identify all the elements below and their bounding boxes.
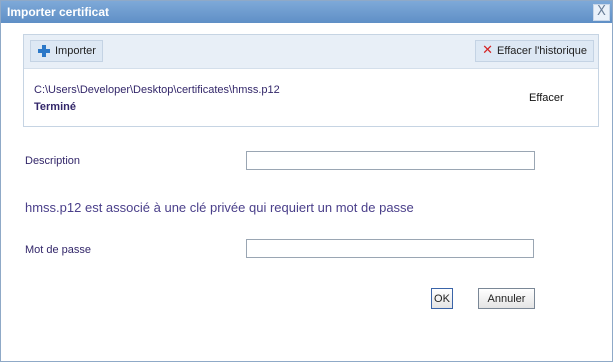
description-input[interactable] <box>246 151 535 170</box>
description-label: Description <box>25 155 81 167</box>
title-bar[interactable]: Importer certificat X <box>1 1 612 23</box>
password-label: Mot de passe <box>25 244 92 256</box>
private-key-message: hmss.p12 est associé à une clé privée qu… <box>25 200 414 215</box>
import-certificate-dialog: Importer certificat X Importer ✕ Effacer… <box>0 0 613 362</box>
plus-icon <box>37 44 51 58</box>
import-panel: Importer ✕ Effacer l'historique C:\Users… <box>23 34 599 127</box>
import-button-label: Importer <box>55 45 96 57</box>
close-icon[interactable]: X <box>593 4 610 21</box>
clear-entry-link[interactable]: Effacer <box>529 92 564 104</box>
dialog-title: Importer certificat <box>7 5 110 19</box>
import-toolbar: Importer ✕ Effacer l'historique <box>24 35 598 69</box>
clear-history-button[interactable]: ✕ Effacer l'historique <box>475 40 594 62</box>
cancel-button[interactable]: Annuler <box>478 288 535 309</box>
import-button[interactable]: Importer <box>30 40 103 62</box>
clear-history-label: Effacer l'historique <box>497 45 587 57</box>
x-icon: ✕ <box>482 43 494 58</box>
ok-button[interactable]: OK <box>431 288 453 309</box>
import-status: Terminé <box>34 101 76 113</box>
file-path: C:\Users\Developer\Desktop\certificates\… <box>34 84 280 96</box>
password-input[interactable] <box>246 239 534 258</box>
